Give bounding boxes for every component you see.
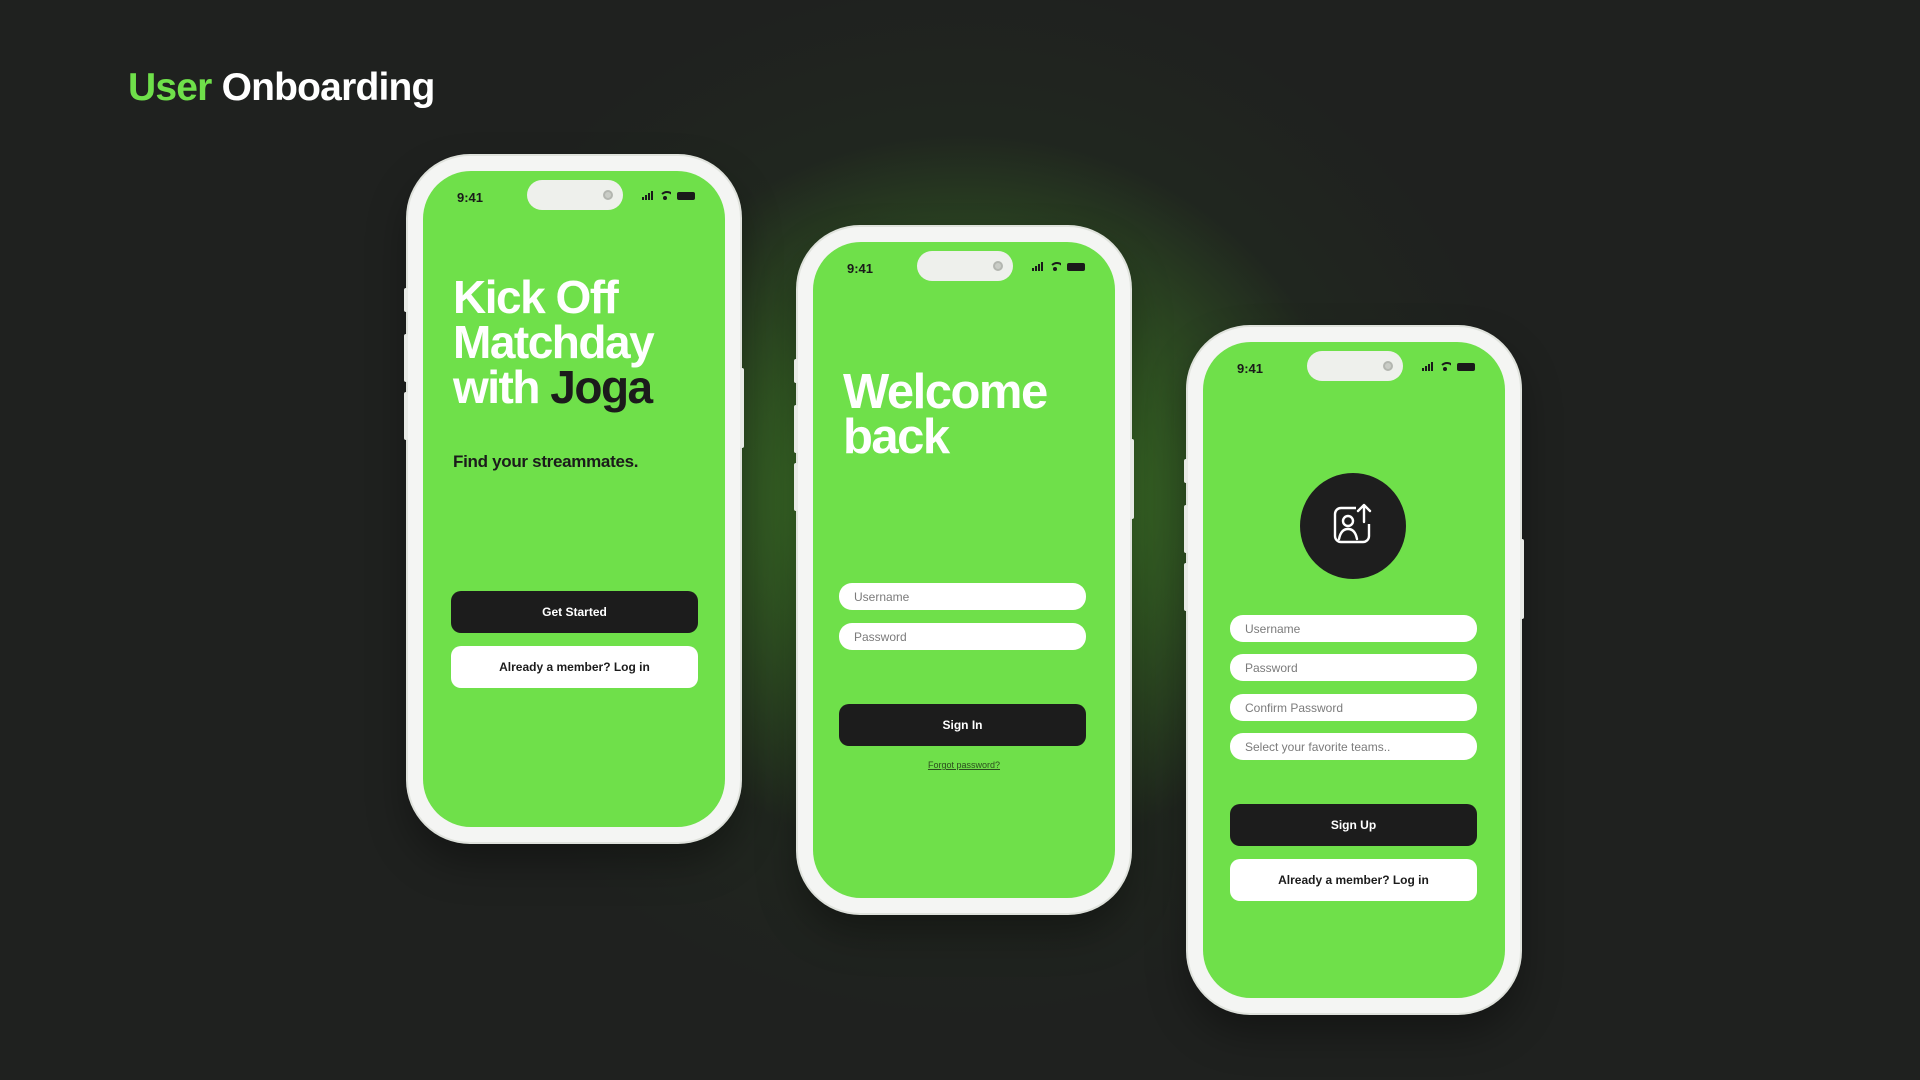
password-field[interactable] bbox=[839, 623, 1086, 650]
screen-welcome: 9:41 Kick Off Matchday with Joga Find yo… bbox=[423, 171, 725, 827]
hero-subtitle: Find your streammates. bbox=[453, 452, 639, 471]
status-time: 9:41 bbox=[457, 190, 484, 205]
dynamic-island bbox=[917, 251, 1013, 281]
get-started-button[interactable]: Get Started bbox=[451, 591, 698, 633]
status-icons bbox=[1032, 262, 1085, 271]
side-button bbox=[794, 359, 798, 383]
brand-name: Joga bbox=[550, 361, 653, 413]
login-link-button[interactable]: Already a member? Log in bbox=[451, 646, 698, 688]
wifi-icon bbox=[1439, 362, 1451, 371]
screen-sign-in: 9:41 Welcome back Sign In Forgot passwor… bbox=[813, 242, 1115, 898]
side-button bbox=[404, 392, 408, 440]
username-field[interactable] bbox=[1230, 615, 1477, 642]
phone-welcome: 9:41 Kick Off Matchday with Joga Find yo… bbox=[404, 156, 744, 842]
side-button bbox=[1184, 505, 1188, 553]
username-field[interactable] bbox=[839, 583, 1086, 610]
side-button bbox=[1520, 539, 1524, 619]
welcome-headline: Welcome back bbox=[843, 365, 1048, 464]
camera-icon bbox=[1383, 361, 1393, 371]
screen-sign-up: 9:41 Sign Up Already a member? Log in bbox=[1203, 342, 1505, 998]
sign-up-button[interactable]: Sign Up bbox=[1230, 804, 1477, 846]
page-title: User Onboarding bbox=[128, 66, 435, 110]
camera-icon bbox=[603, 190, 613, 200]
signal-icon bbox=[1032, 262, 1043, 271]
page-title-rest: Onboarding bbox=[221, 66, 436, 109]
welcome-line-1: Welcome bbox=[843, 365, 1048, 419]
page-title-accent: User bbox=[128, 66, 212, 109]
hero-line-1: Kick Off bbox=[453, 271, 619, 323]
side-button bbox=[1130, 439, 1134, 519]
phone-sign-in: 9:41 Welcome back Sign In Forgot passwor… bbox=[794, 227, 1134, 913]
sign-in-button[interactable]: Sign In bbox=[839, 704, 1086, 746]
side-button bbox=[794, 405, 798, 453]
hero-line-3-white: with bbox=[453, 361, 540, 413]
hero-line-2: Matchday bbox=[453, 316, 655, 368]
wifi-icon bbox=[1049, 262, 1061, 271]
side-button bbox=[1184, 563, 1188, 611]
hero-line-3: with Joga bbox=[453, 364, 653, 410]
side-button bbox=[404, 334, 408, 382]
battery-icon bbox=[677, 192, 695, 200]
side-button bbox=[794, 463, 798, 511]
status-icons bbox=[642, 191, 695, 200]
dynamic-island bbox=[527, 180, 623, 210]
side-button bbox=[1184, 459, 1188, 483]
signal-icon bbox=[642, 191, 653, 200]
dynamic-island bbox=[1307, 351, 1403, 381]
hero-headline: Kick Off Matchday with Joga bbox=[453, 271, 655, 410]
camera-icon bbox=[993, 261, 1003, 271]
favorite-teams-select[interactable] bbox=[1230, 733, 1477, 760]
status-time: 9:41 bbox=[1237, 361, 1264, 376]
login-link-button[interactable]: Already a member? Log in bbox=[1230, 859, 1477, 901]
forgot-password-link[interactable]: Forgot password? bbox=[813, 760, 1115, 770]
confirm-password-field[interactable] bbox=[1230, 694, 1477, 721]
avatar-upload-button[interactable] bbox=[1300, 473, 1406, 579]
password-field[interactable] bbox=[1230, 654, 1477, 681]
side-button bbox=[740, 368, 744, 448]
battery-icon bbox=[1457, 363, 1475, 371]
wifi-icon bbox=[659, 191, 671, 200]
status-time: 9:41 bbox=[847, 261, 874, 276]
status-icons bbox=[1422, 362, 1475, 371]
profile-upload-icon bbox=[1333, 502, 1374, 544]
welcome-line-2: back bbox=[843, 410, 950, 464]
phone-sign-up: 9:41 Sign Up Already a member? Log in bbox=[1184, 327, 1524, 1013]
battery-icon bbox=[1067, 263, 1085, 271]
signal-icon bbox=[1422, 362, 1433, 371]
side-button bbox=[404, 288, 408, 312]
